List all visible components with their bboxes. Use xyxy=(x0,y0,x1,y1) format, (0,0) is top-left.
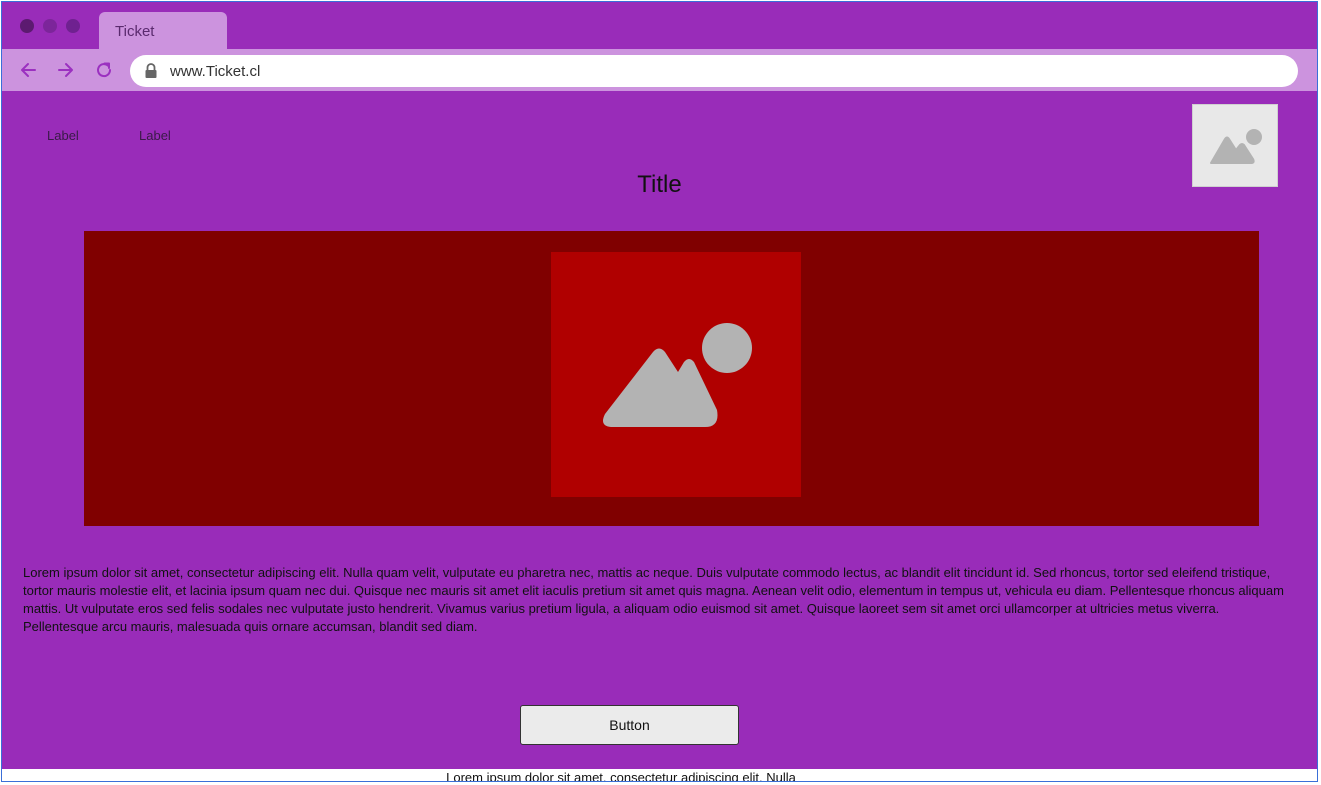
page-content: Label Label Title Lorem ipsum dolor sit … xyxy=(2,91,1317,769)
window-control-dot[interactable] xyxy=(66,19,80,33)
nav-label[interactable]: Label xyxy=(47,128,79,143)
address-toolbar: www.Ticket.cl xyxy=(2,49,1317,91)
window-control-dot[interactable] xyxy=(43,19,57,33)
body-paragraph: Lorem ipsum dolor sit amet, consectetur … xyxy=(23,565,1284,634)
url-text: www.Ticket.cl xyxy=(170,63,261,80)
hero-image-placeholder xyxy=(551,252,801,497)
address-bar[interactable]: www.Ticket.cl xyxy=(130,55,1298,87)
reload-icon[interactable] xyxy=(93,59,115,81)
image-placeholder-icon xyxy=(1210,129,1262,164)
back-arrow-icon[interactable] xyxy=(17,59,39,81)
primary-button[interactable]: Button xyxy=(520,705,739,745)
hero-banner xyxy=(84,231,1259,526)
browser-window: Ticket www.Ticket.cl Label Label Title L… xyxy=(1,1,1318,782)
page-title: Title xyxy=(637,171,682,198)
browser-tab[interactable]: Ticket xyxy=(99,12,227,49)
title-bar: Ticket xyxy=(2,2,1317,49)
lock-icon xyxy=(144,63,158,79)
window-control-dot[interactable] xyxy=(20,19,34,33)
image-placeholder-icon xyxy=(603,323,752,427)
forward-arrow-icon[interactable] xyxy=(55,59,77,81)
tab-title: Ticket xyxy=(115,23,155,40)
nav-label[interactable]: Label xyxy=(139,128,171,143)
footer-text: Lorem ipsum dolor sit amet, consectetur … xyxy=(446,770,796,782)
